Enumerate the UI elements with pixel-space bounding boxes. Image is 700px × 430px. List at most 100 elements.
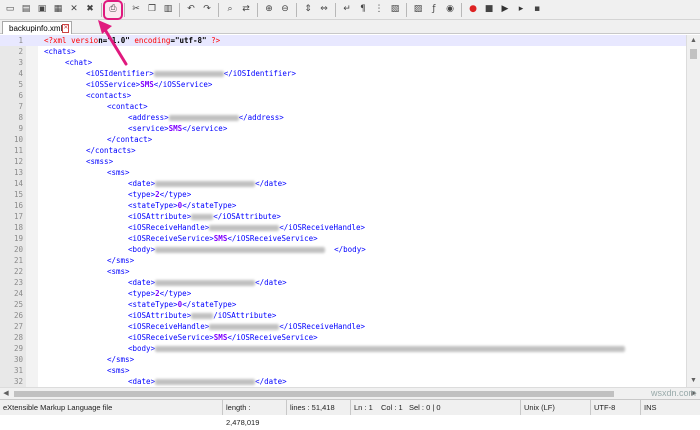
code-line[interactable]: 12 <smss> xyxy=(0,156,686,167)
save-all-icon[interactable]: ▦ xyxy=(51,3,65,17)
code-line[interactable]: 29 <body> xyxy=(0,343,686,354)
record-macro-icon[interactable]: ● xyxy=(466,3,480,17)
code-line[interactable]: 10 </contact> xyxy=(0,134,686,145)
code-token: </type> xyxy=(159,289,192,298)
code-line[interactable]: 20 <body> </body> xyxy=(0,244,686,255)
zoom-in-icon[interactable]: ⊕ xyxy=(262,3,276,17)
code-token: <sms> xyxy=(107,267,130,276)
user-defined-language-icon[interactable]: ▧ xyxy=(388,3,402,17)
line-number: 13 xyxy=(13,168,23,177)
code-line[interactable]: 15 <type>2</type> xyxy=(0,189,686,200)
cut-icon[interactable]: ✂ xyxy=(129,3,143,17)
new-file-icon[interactable]: ▭ xyxy=(3,3,17,17)
sync-vertical-icon[interactable]: ⇕ xyxy=(301,3,315,17)
copy-icon[interactable]: ❐ xyxy=(145,3,159,17)
redo-icon[interactable]: ↷ xyxy=(200,3,214,17)
code-line[interactable]: 14 <date> </date> xyxy=(0,178,686,189)
code-token: <?xml versio xyxy=(44,36,99,45)
code-line[interactable]: 17 <iOSAttribute> </iOSAttribute> xyxy=(0,211,686,222)
vertical-scroll-thumb[interactable] xyxy=(690,49,697,59)
play-macro-icon[interactable]: ▶ xyxy=(498,3,512,17)
code-line[interactable]: 16 <stateType>0</stateType> xyxy=(0,200,686,211)
code-text: <body> xyxy=(128,343,626,354)
redacted-value xyxy=(155,181,256,187)
scroll-down-arrow-icon[interactable]: ▼ xyxy=(687,375,700,387)
toolbar-separator xyxy=(461,2,462,17)
function-list-icon[interactable]: ƒ xyxy=(427,3,441,17)
find-icon[interactable]: ⌕ xyxy=(223,3,237,17)
code-token: </service> xyxy=(182,124,228,133)
close-all-icon[interactable]: ✖ xyxy=(83,3,97,17)
code-line[interactable]: 6 <contacts> xyxy=(0,90,686,101)
paste-icon[interactable]: ▥ xyxy=(161,3,175,17)
watermark: wsxdn.com xyxy=(650,388,696,398)
code-line[interactable]: 5 <iOSService>SMS</iOSService> xyxy=(0,79,686,90)
run-macro-multiple-icon[interactable]: ▸ xyxy=(514,3,528,17)
code-token: </date> xyxy=(255,377,287,386)
line-number: 16 xyxy=(13,201,23,210)
code-line[interactable]: 31 <sms> xyxy=(0,365,686,376)
code-text: <sms> xyxy=(107,266,130,277)
code-line[interactable]: 25 <stateType>0</stateType> xyxy=(0,299,686,310)
code-line[interactable]: 21 </sms> xyxy=(0,255,686,266)
code-line[interactable]: 22 <sms> xyxy=(0,266,686,277)
redacted-value xyxy=(191,214,214,220)
code-token: <chat> xyxy=(65,58,93,67)
vertical-scrollbar[interactable]: ▲ ▼ xyxy=(686,35,700,387)
close-icon[interactable]: ✕ xyxy=(67,3,81,17)
toolbar-separator xyxy=(124,2,125,17)
indent-guide-icon[interactable]: ⋮ xyxy=(372,3,386,17)
code-token: <type> xyxy=(128,190,156,199)
code-line[interactable]: 11 </contacts> xyxy=(0,145,686,156)
code-line[interactable]: 19 <iOSReceiveService>SMS</iOSReceiveServ… xyxy=(0,233,686,244)
line-number: 26 xyxy=(13,311,23,320)
tab-backupinfo-xml[interactable]: backupinfo.xml ✕ xyxy=(2,21,72,34)
code-line[interactable]: 27 <iOSReceiveHandle> </iOSReceiveHandle> xyxy=(0,321,686,332)
line-number: 28 xyxy=(13,333,23,342)
code-line[interactable]: 32 <date> </date> xyxy=(0,376,686,387)
status-length: length : 2,478,019 xyxy=(222,400,286,427)
code-line[interactable]: 18 <iOSReceiveHandle> </iOSReceiveHandle> xyxy=(0,222,686,233)
undo-icon[interactable]: ↶ xyxy=(184,3,198,17)
redacted-value xyxy=(153,71,224,77)
document-map-icon[interactable]: ▨ xyxy=(411,3,425,17)
status-file-type: eXtensible Markup Language file xyxy=(3,403,113,412)
replace-icon[interactable]: ⇄ xyxy=(239,3,253,17)
stop-macro-icon[interactable]: ■ xyxy=(482,3,496,17)
open-file-icon[interactable]: ▤ xyxy=(19,3,33,17)
code-line[interactable]: 23 <date> </date> xyxy=(0,277,686,288)
code-line[interactable]: 28 <iOSReceiveService>SMS</iOSReceiveServ… xyxy=(0,332,686,343)
horizontal-scroll-thumb[interactable] xyxy=(14,391,614,397)
code-token: <contact> xyxy=(107,102,148,111)
close-tab-icon[interactable]: ✕ xyxy=(62,23,70,33)
code-line[interactable]: 13 <sms> xyxy=(0,167,686,178)
code-line[interactable]: 26 <iOSAttribute> /iOSAttribute> xyxy=(0,310,686,321)
code-token: SMS xyxy=(168,124,183,133)
save-icon[interactable]: ▣ xyxy=(35,3,49,17)
code-line[interactable]: 30 </sms> xyxy=(0,354,686,365)
save-macro-icon[interactable]: ▪ xyxy=(530,3,544,17)
scroll-left-arrow-icon[interactable]: ◀ xyxy=(0,388,12,399)
code-line[interactable]: 8 <address> </address> xyxy=(0,112,686,123)
horizontal-scrollbar[interactable]: ◀ ▶ xyxy=(0,387,700,399)
print-icon[interactable]: ⎙ xyxy=(103,0,123,20)
line-number: 6 xyxy=(18,91,23,100)
zoom-out-icon[interactable]: ⊖ xyxy=(278,3,292,17)
redacted-value xyxy=(155,379,256,385)
code-token: </body> xyxy=(325,245,366,254)
code-line[interactable]: 24 <type>2</type> xyxy=(0,288,686,299)
scroll-up-arrow-icon[interactable]: ▲ xyxy=(687,35,700,47)
line-number: 2 xyxy=(18,47,23,56)
code-line[interactable]: 7 <contact> xyxy=(0,101,686,112)
code-token: </contact> xyxy=(107,135,153,144)
word-wrap-icon[interactable]: ↵ xyxy=(340,3,354,17)
code-text: <chat> xyxy=(65,57,92,68)
editor[interactable]: 1 <?xml version="1.0" encoding="utf-8" ?>… xyxy=(0,35,700,387)
code-line[interactable]: 9 <service>SMS</service> xyxy=(0,123,686,134)
sync-horizontal-icon[interactable]: ⇔ xyxy=(317,3,331,17)
show-all-characters-icon[interactable]: ¶ xyxy=(356,3,370,17)
code-text: <date> </date> xyxy=(128,277,287,288)
monitoring-icon[interactable]: ◉ xyxy=(443,3,457,17)
code-text: </contacts> xyxy=(86,145,136,156)
code-text: <date> </date> xyxy=(128,376,287,387)
